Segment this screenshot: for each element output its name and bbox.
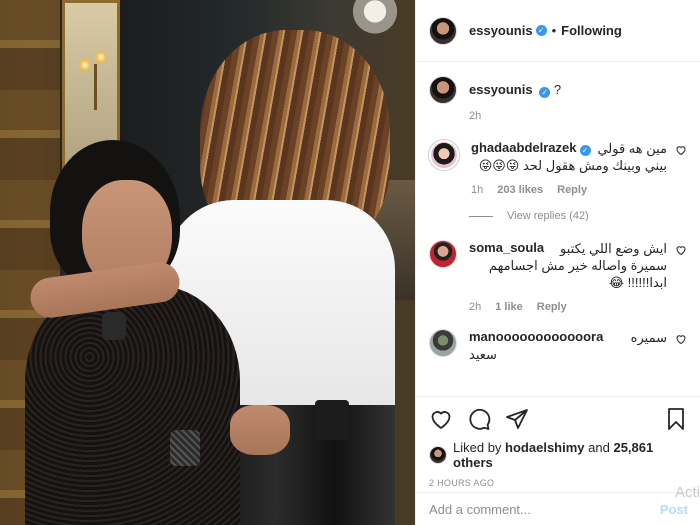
photo-mic-pack: [315, 400, 349, 440]
photo-person-left-body: [25, 285, 240, 525]
liked-by-user[interactable]: hodaelshimy: [505, 440, 584, 455]
caption-username[interactable]: essyounis: [469, 82, 533, 97]
commenter-avatar[interactable]: [429, 140, 459, 170]
comment-bubble-icon[interactable]: [467, 407, 491, 431]
caption-author-avatar[interactable]: [429, 76, 457, 104]
comment-likes[interactable]: 203 likes: [497, 184, 543, 196]
comment-text-line1: ايش وضع اللي يكتبو: [560, 241, 667, 256]
comment-like-heart-icon[interactable]: [675, 244, 687, 258]
comment-body: manoooooooooooora سميره سعيد: [469, 329, 667, 364]
windows-activation-watermark: Acti: [674, 484, 700, 501]
comment-text-line2: سعيد: [469, 347, 497, 362]
verified-badge-icon: ✓: [539, 87, 551, 98]
following-button[interactable]: Following: [561, 23, 622, 38]
add-comment-bar: Post: [416, 492, 700, 525]
like-heart-icon[interactable]: [429, 407, 453, 431]
separator-dot: •: [551, 23, 557, 38]
comment-text-line1: مين هه قولي: [597, 141, 667, 156]
author-username[interactable]: essyounis: [469, 23, 533, 38]
post-photo[interactable]: [0, 0, 415, 525]
post-actions: Liked by hodaelshimy and 25,861 others 2…: [416, 396, 700, 488]
liked-by-and: and: [588, 440, 610, 455]
comment-time: 1h: [471, 184, 484, 196]
comment-body: ghadaabdelrazek ✓ مين هه قولي بيني وبينك …: [471, 140, 667, 196]
view-replies-label: View replies (42): [507, 210, 589, 222]
comment-text-line1: سميره: [630, 330, 667, 345]
comment-like-heart-icon[interactable]: [675, 333, 687, 347]
comment-likes[interactable]: 1 like: [495, 301, 523, 313]
caption-time: 2h: [469, 110, 482, 122]
photo-bracelet: [170, 430, 200, 466]
photo-hand: [230, 405, 290, 455]
liked-by-row: Liked by hodaelshimy and 25,861 others: [429, 440, 688, 470]
post-side-panel: essyounis ✓ • Following essyounis ✓ ?‬ 2…: [415, 0, 700, 525]
comment-like-heart-icon[interactable]: [675, 144, 687, 158]
verified-badge-icon: ✓: [579, 145, 591, 156]
liked-by-avatar[interactable]: [429, 446, 447, 464]
share-plane-icon[interactable]: [505, 407, 529, 431]
add-comment-input[interactable]: [429, 501, 660, 517]
comment-username[interactable]: ghadaabdelrazek: [471, 140, 577, 155]
save-bookmark-icon[interactable]: [664, 407, 688, 431]
post-time-ago[interactable]: 2 HOURS AGO: [429, 478, 688, 488]
photo-chandelier: [350, 0, 400, 38]
comments-list[interactable]: essyounis ✓ ?‬ 2h ghadaabdelrazek✓: [416, 62, 700, 397]
commenter-avatar[interactable]: [429, 240, 457, 268]
comment-username[interactable]: soma_soula: [469, 240, 544, 256]
post-header: essyounis ✓ • Following: [416, 0, 700, 62]
comment-reply-button[interactable]: Reply: [537, 301, 567, 313]
liked-by-text: Liked by hodaelshimy and 25,861 others: [453, 440, 688, 470]
post-comment-button[interactable]: Post: [660, 502, 688, 517]
comment-text-line3: ابدا!!!!!! 😂: [608, 275, 667, 290]
photo-wall-lamp: [80, 50, 110, 110]
comment-reply-button[interactable]: Reply: [557, 184, 587, 196]
comment-time: 2h: [469, 301, 482, 313]
author-info: essyounis ✓ • Following: [469, 23, 622, 38]
verified-badge-icon: ✓: [535, 25, 547, 36]
photo-watch: [102, 312, 126, 340]
author-avatar[interactable]: [429, 16, 457, 45]
comment-text-line2: بيني وبينك ومش هقول لحد 😜😜😜: [478, 158, 667, 173]
liked-by-prefix: Liked by: [453, 440, 502, 455]
comment-row: soma_soula ايش وضع اللي يكتبو سميرة واصا…: [429, 240, 687, 313]
comment-body: soma_soula ايش وضع اللي يكتبو سميرة واصا…: [469, 240, 667, 313]
caption-text: ?‬: [553, 82, 562, 97]
comment-text-line2: سميرة واصاله خير مش اجسامهم: [488, 258, 667, 273]
comment-username[interactable]: manoooooooooooora: [469, 329, 603, 345]
commenter-avatar[interactable]: [429, 329, 457, 357]
comment-row: manoooooooooooora سميره سعيد: [429, 329, 687, 364]
comment-row: ghadaabdelrazek ✓ مين هه قولي بيني وبينك …: [429, 140, 687, 196]
caption-body: essyounis ✓ ?‬ 2h: [469, 76, 687, 122]
caption-row: essyounis ✓ ?‬ 2h: [429, 76, 687, 122]
view-replies-button[interactable]: View replies (42): [469, 210, 687, 222]
instagram-post-window: essyounis ✓ • Following essyounis ✓ ?‬ 2…: [0, 0, 700, 525]
action-icons-row: [429, 406, 688, 432]
view-replies-line: [469, 215, 493, 217]
